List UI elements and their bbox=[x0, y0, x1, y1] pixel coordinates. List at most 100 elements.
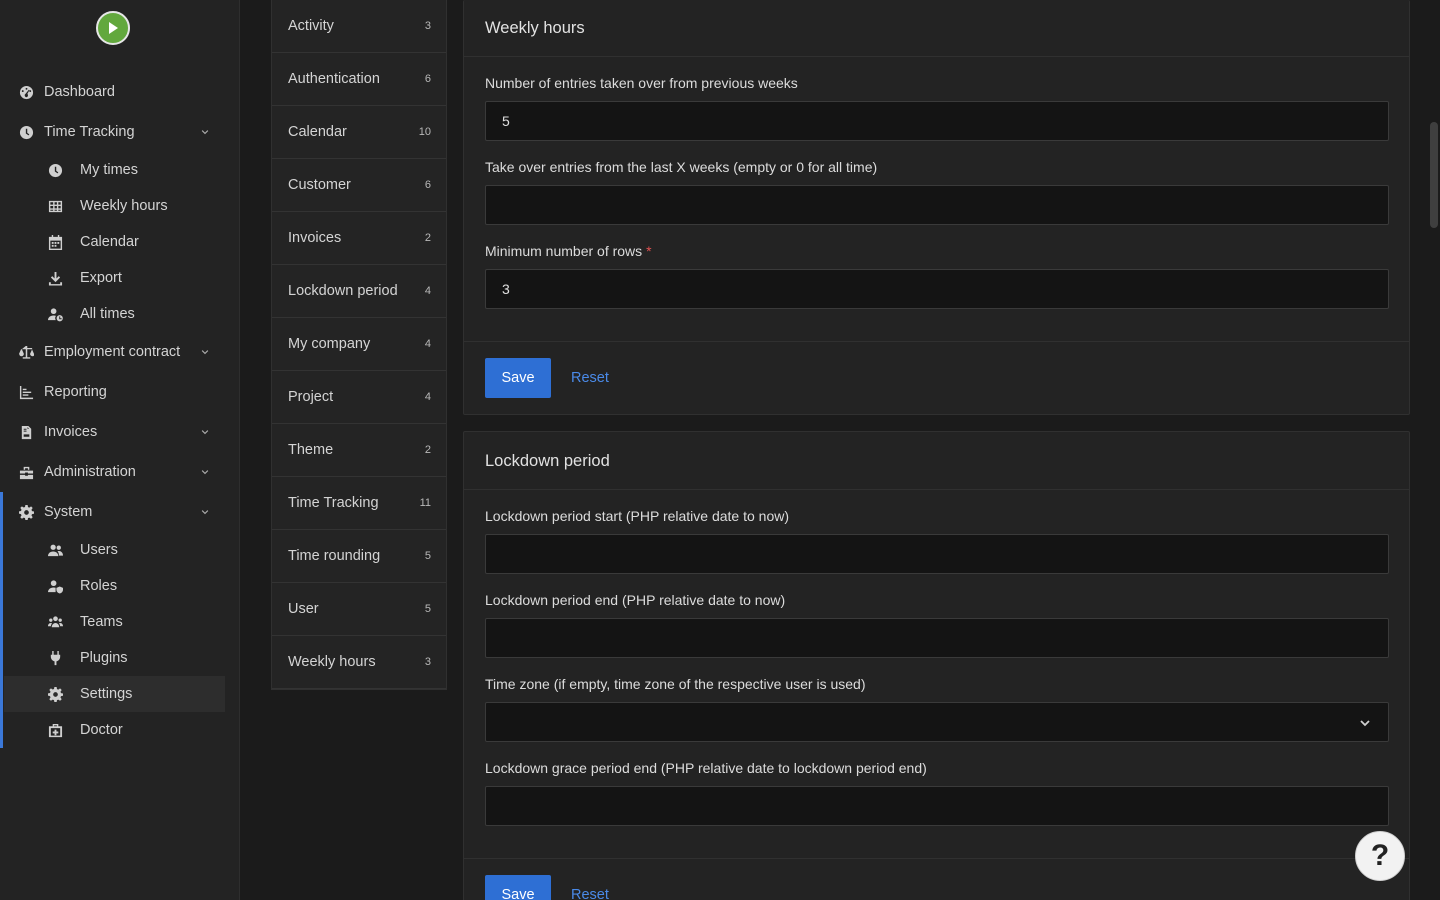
chevron-down-icon bbox=[198, 465, 212, 479]
dashboard-icon bbox=[17, 83, 35, 101]
nav-administration[interactable]: Administration bbox=[0, 452, 240, 492]
sidebar-item-label: Export bbox=[80, 270, 122, 286]
nav-label: Employment contract bbox=[44, 344, 181, 360]
clock-icon bbox=[46, 161, 64, 179]
sidebar-item-label: Users bbox=[80, 542, 118, 558]
tab-count: 5 bbox=[424, 603, 431, 615]
tab-count: 6 bbox=[424, 73, 431, 85]
divider bbox=[464, 858, 1409, 859]
lockdown-end-input[interactable] bbox=[485, 618, 1389, 658]
sidebar-item-teams[interactable]: Teams bbox=[4, 604, 225, 640]
cog-icon bbox=[46, 685, 64, 703]
last-weeks-input[interactable] bbox=[485, 185, 1389, 225]
nav-dashboard[interactable]: Dashboard bbox=[0, 72, 240, 112]
tab-label: Lockdown period bbox=[288, 283, 398, 299]
tab-label: Theme bbox=[288, 442, 334, 458]
sidebar-item-calendar[interactable]: Calendar bbox=[4, 224, 225, 260]
clock-icon bbox=[17, 123, 35, 141]
tab-label: My company bbox=[288, 336, 371, 352]
nav-invoices[interactable]: Invoices bbox=[0, 412, 240, 452]
field-label: Time zone (if empty, time zone of the re… bbox=[485, 676, 866, 692]
minimum-rows-input[interactable]: 3 bbox=[485, 269, 1389, 309]
field-label: Number of entries taken over from previo… bbox=[485, 75, 798, 91]
sidebar-item-label: Settings bbox=[80, 686, 133, 702]
tab-count: 3 bbox=[424, 656, 431, 668]
field-label: Lockdown period start (PHP relative date… bbox=[485, 508, 790, 524]
tab-authentication[interactable]: Authentication 6 bbox=[272, 53, 446, 106]
sidebar-item-my-times[interactable]: My times bbox=[4, 152, 225, 188]
sidebar-item-settings[interactable]: Settings bbox=[4, 676, 225, 712]
nav-time-tracking[interactable]: Time Tracking bbox=[0, 112, 240, 152]
lockdown-start-input[interactable] bbox=[485, 534, 1389, 574]
nav-label: System bbox=[44, 504, 93, 520]
tab-label: Weekly hours bbox=[288, 654, 376, 670]
tab-theme[interactable]: Theme 2 bbox=[272, 424, 446, 477]
chevron-down-icon bbox=[198, 125, 212, 139]
tab-count: 4 bbox=[424, 391, 431, 403]
nav-employment-contract[interactable]: Employment contract bbox=[0, 332, 240, 372]
sidebar-item-label: All times bbox=[80, 306, 135, 322]
nav-reporting[interactable]: Reporting bbox=[0, 372, 240, 412]
sidebar-item-export[interactable]: Export bbox=[4, 260, 225, 296]
sidebar-item-label: Plugins bbox=[80, 650, 128, 666]
grace-period-input[interactable] bbox=[485, 786, 1389, 826]
scrollbar-thumb[interactable] bbox=[1430, 122, 1438, 228]
tab-label: Project bbox=[288, 389, 334, 405]
input-value: 5 bbox=[502, 113, 510, 129]
field-label: Lockdown grace period end (PHP relative … bbox=[485, 760, 927, 776]
previous-entries-input[interactable]: 5 bbox=[485, 101, 1389, 141]
tab-count: 10 bbox=[418, 126, 431, 138]
save-button[interactable]: Save bbox=[485, 358, 551, 398]
lockdown-period-card: Lockdown period Lockdown period start (P… bbox=[463, 431, 1410, 900]
tab-lockdown-period[interactable]: Lockdown period 4 bbox=[272, 265, 446, 318]
chevron-down-icon bbox=[198, 425, 212, 439]
save-button[interactable]: Save bbox=[485, 875, 551, 900]
tab-user[interactable]: User 5 bbox=[272, 583, 446, 636]
nav-system[interactable]: System bbox=[0, 492, 240, 532]
nav-label: Dashboard bbox=[44, 84, 115, 100]
tab-count: 2 bbox=[424, 232, 431, 244]
tab-project[interactable]: Project 4 bbox=[272, 371, 446, 424]
tab-label: Activity bbox=[288, 18, 334, 34]
calendar-icon bbox=[46, 233, 64, 251]
tab-customer[interactable]: Customer 6 bbox=[272, 159, 446, 212]
tab-label: Time Tracking bbox=[288, 495, 379, 511]
reset-button[interactable]: Reset bbox=[571, 887, 609, 900]
tab-calendar[interactable]: Calendar 10 bbox=[272, 106, 446, 159]
tab-invoices[interactable]: Invoices 2 bbox=[272, 212, 446, 265]
sidebar-item-weekly-hours[interactable]: Weekly hours bbox=[4, 188, 225, 224]
tab-activity[interactable]: Activity 3 bbox=[272, 0, 446, 53]
chevron-down-icon bbox=[1358, 716, 1372, 730]
tab-label: Time rounding bbox=[288, 548, 381, 564]
sidebar-item-doctor[interactable]: Doctor bbox=[4, 712, 225, 748]
tab-time-rounding[interactable]: Time rounding 5 bbox=[272, 530, 446, 583]
sidebar-item-all-times[interactable]: All times bbox=[4, 296, 225, 332]
tab-my-company[interactable]: My company 4 bbox=[272, 318, 446, 371]
tab-count: 6 bbox=[424, 179, 431, 191]
settings-tabs: Activity 3 Authentication 6 Calendar 10 Cus… bbox=[271, 0, 447, 690]
tab-label: User bbox=[288, 601, 319, 617]
help-label: ? bbox=[1370, 839, 1390, 872]
sidebar-item-label: Doctor bbox=[80, 722, 123, 738]
timezone-select[interactable] bbox=[485, 702, 1389, 742]
divider bbox=[464, 56, 1409, 57]
user-shield-icon bbox=[46, 577, 64, 595]
field-label: Take over entries from the last X weeks … bbox=[485, 159, 878, 175]
app-logo[interactable] bbox=[96, 11, 130, 45]
divider bbox=[464, 489, 1409, 490]
sidebar-item-users[interactable]: Users bbox=[4, 532, 225, 568]
sidebar-item-plugins[interactable]: Plugins bbox=[4, 640, 225, 676]
tab-count: 4 bbox=[424, 285, 431, 297]
sidebar-item-roles[interactable]: Roles bbox=[4, 568, 225, 604]
sidebar-item-label: My times bbox=[80, 162, 138, 178]
balance-scale-icon bbox=[17, 343, 35, 361]
tab-weekly-hours[interactable]: Weekly hours 3 bbox=[272, 636, 446, 689]
tab-time-tracking[interactable]: Time Tracking 11 bbox=[272, 477, 446, 530]
team-icon bbox=[46, 613, 64, 631]
users-icon bbox=[46, 541, 64, 559]
tab-count: 2 bbox=[424, 444, 431, 456]
input-value: 3 bbox=[502, 281, 510, 297]
help-button[interactable]: ? bbox=[1355, 831, 1405, 881]
reset-button[interactable]: Reset bbox=[571, 370, 609, 386]
nav-label: Invoices bbox=[44, 424, 98, 440]
